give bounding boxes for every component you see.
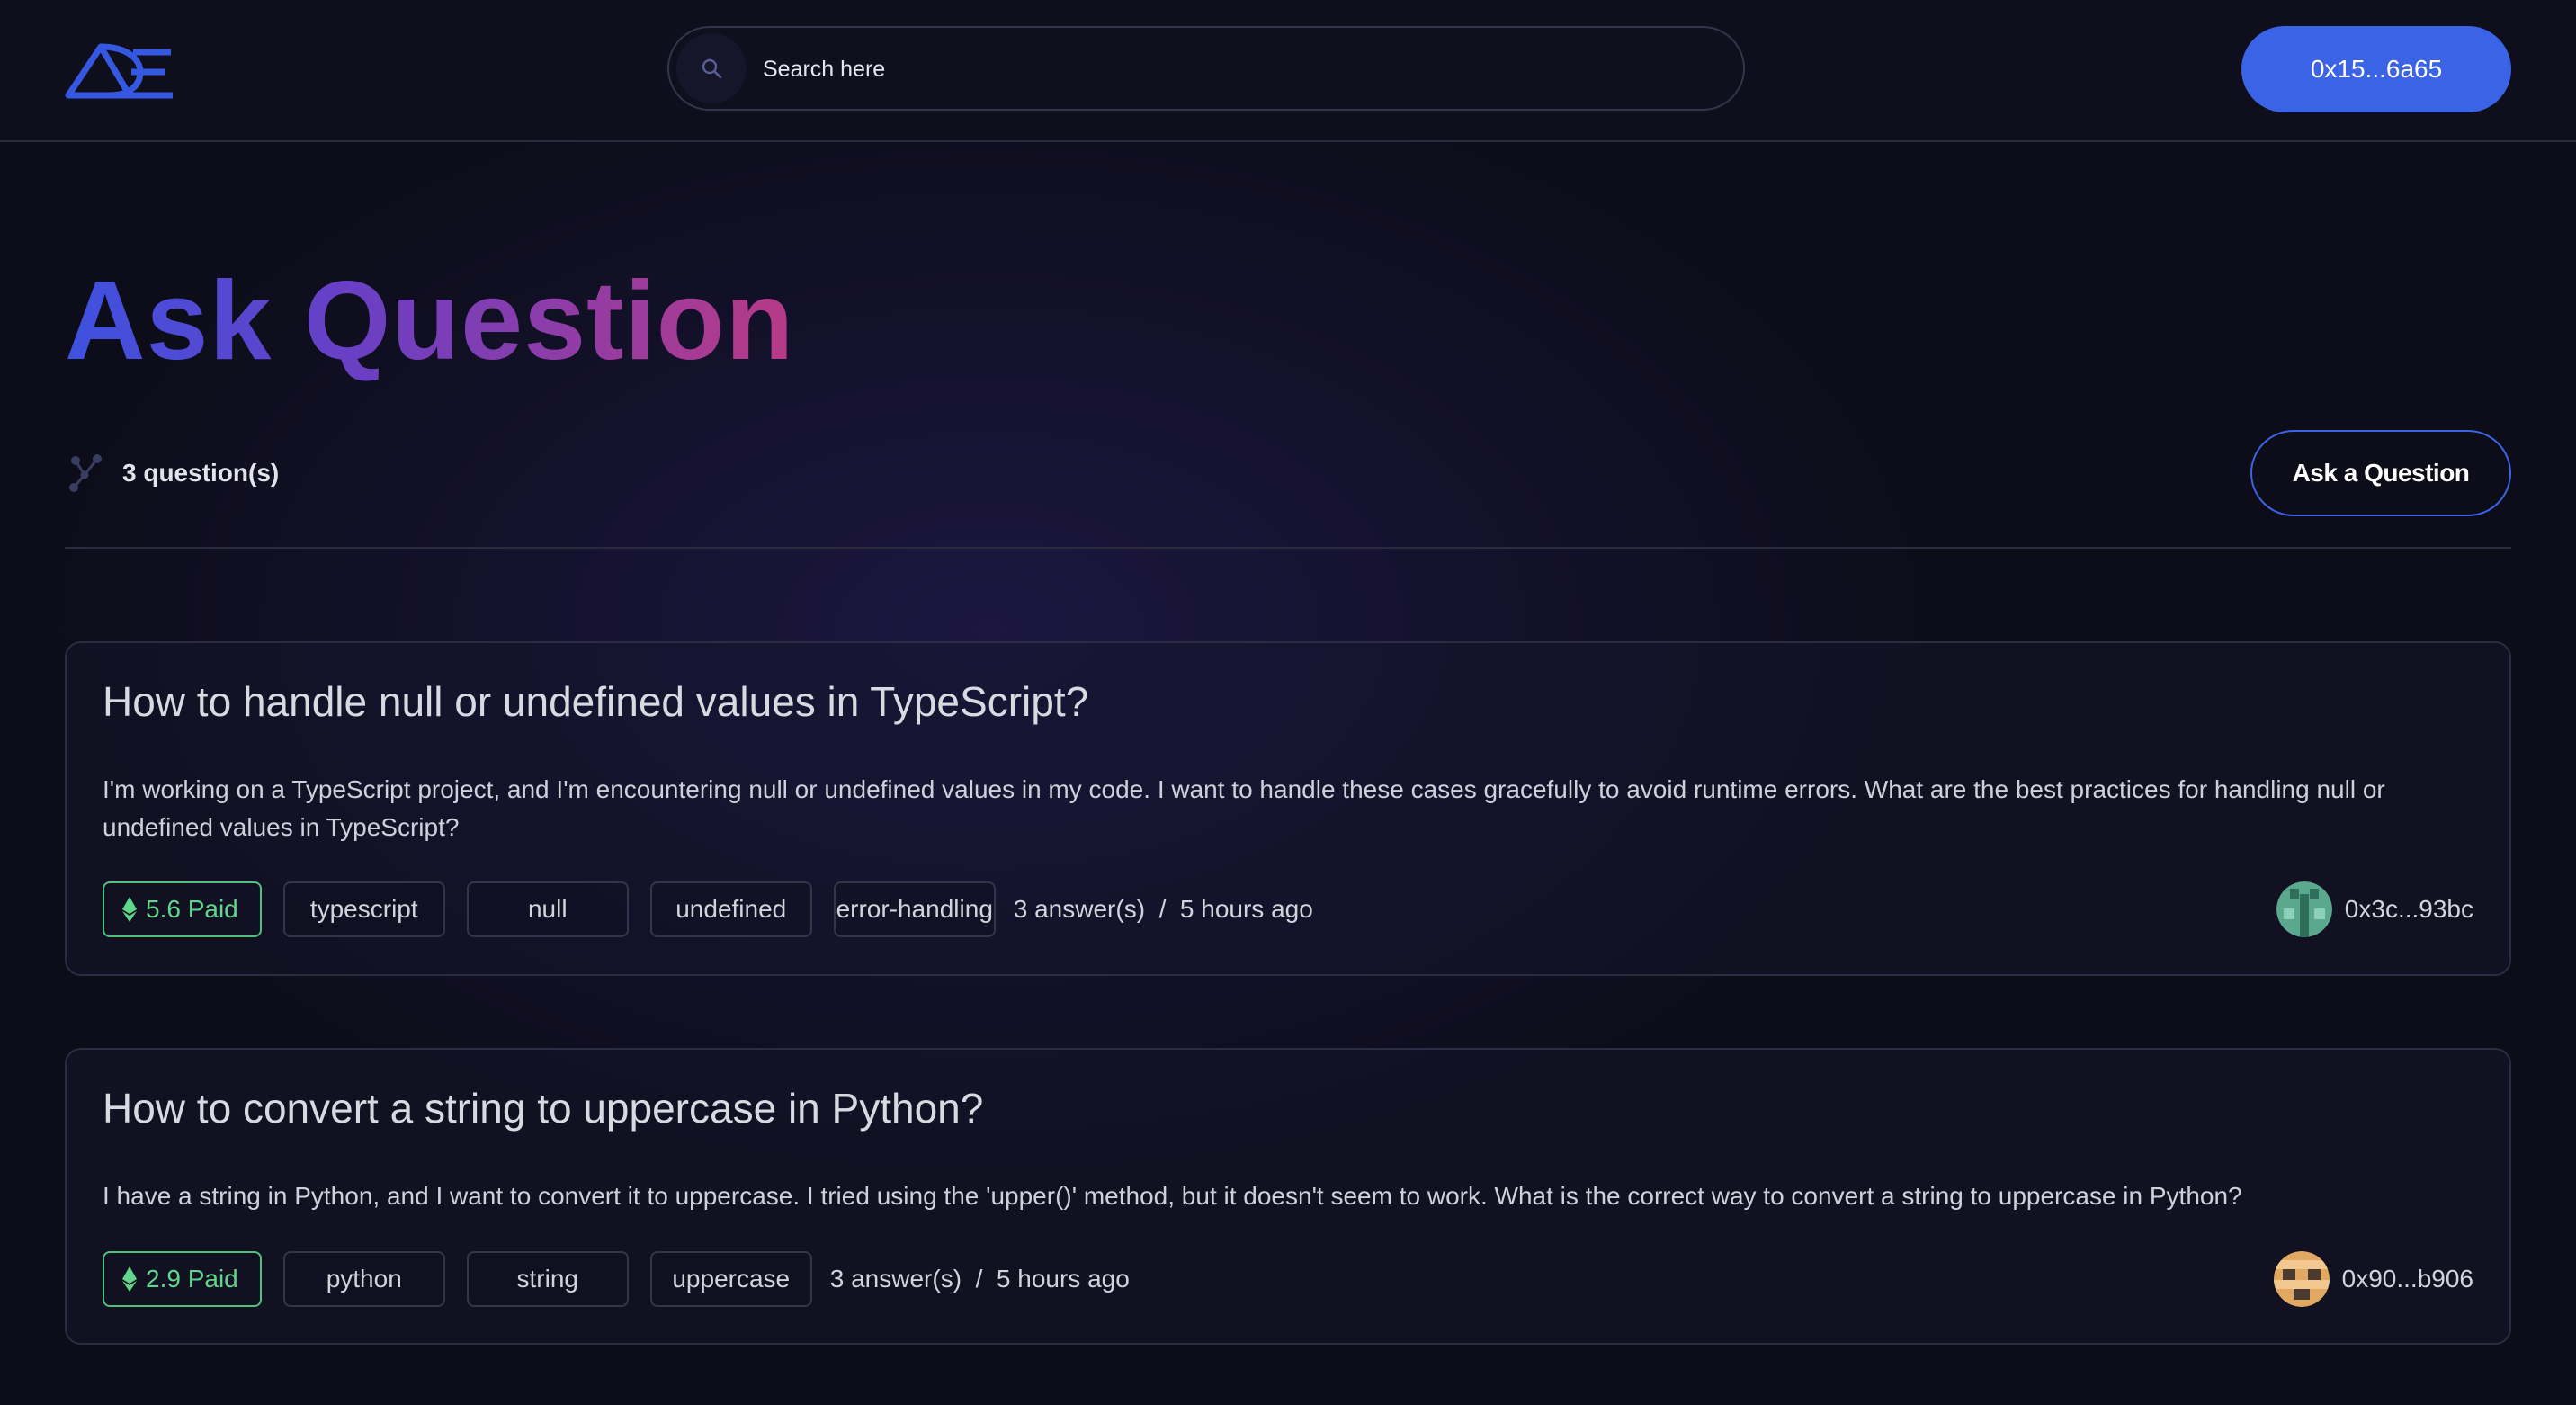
paid-badge: 2.9 Paid [103, 1251, 262, 1307]
paid-badge: 5.6 Paid [103, 881, 262, 937]
ethereum-icon [122, 1266, 137, 1292]
question-title[interactable]: How to convert a string to uppercase in … [103, 1084, 983, 1132]
search-bar[interactable] [667, 26, 1745, 111]
ask-question-button[interactable]: Ask a Question [2250, 430, 2511, 516]
question-author[interactable]: 0x3c...93bc [2276, 881, 2473, 937]
avatar [2273, 1251, 2330, 1307]
question-card[interactable]: How to convert a string to uppercase in … [65, 1048, 2511, 1345]
author-address[interactable]: 0x90...b906 [2342, 1265, 2473, 1293]
app-logo[interactable] [65, 40, 174, 99]
network-icon [69, 454, 102, 492]
paid-amount: 2.9 Paid [146, 1265, 238, 1293]
paid-amount: 5.6 Paid [146, 895, 238, 923]
question-count: 3 question(s) [122, 459, 280, 487]
tag[interactable]: null [466, 881, 629, 937]
question-meta: 5.6 Paid typescript null undefined error… [103, 881, 1313, 937]
search-input[interactable] [761, 48, 1709, 91]
search-icon[interactable] [676, 33, 747, 103]
wallet-button[interactable]: 0x15...6a65 [2241, 26, 2511, 112]
page-title: Ask Question [65, 254, 794, 389]
question-body: I'm working on a TypeScript project, and… [103, 775, 2385, 841]
top-navbar: 0x15...6a65 [0, 0, 2576, 142]
question-title[interactable]: How to handle null or undefined values i… [103, 677, 1088, 726]
question-meta: 2.9 Paid python string uppercase 3 answe… [103, 1251, 1130, 1307]
tag[interactable]: uppercase [649, 1251, 812, 1307]
question-card[interactable]: How to handle null or undefined values i… [65, 641, 2511, 976]
answers-and-time: 3 answer(s) / 5 hours ago [829, 1265, 1130, 1293]
author-address[interactable]: 0x3c...93bc [2345, 895, 2473, 924]
tag[interactable]: typescript [282, 881, 445, 937]
tag[interactable]: string [466, 1251, 629, 1307]
tag[interactable]: undefined [649, 881, 812, 937]
tag[interactable]: error-handling [833, 881, 996, 937]
avatar [2276, 881, 2332, 937]
question-body: I have a string in Python, and I want to… [103, 1182, 2242, 1210]
answers-and-time: 3 answer(s) / 5 hours ago [1013, 895, 1313, 923]
questions-toolbar: 3 question(s) Ask a Question [65, 430, 2511, 549]
tag[interactable]: python [282, 1251, 445, 1307]
page: 0x15...6a65 Ask Question 3 question(s) A… [0, 0, 2576, 1405]
ethereum-icon [122, 897, 137, 922]
question-author[interactable]: 0x90...b906 [2273, 1251, 2473, 1307]
